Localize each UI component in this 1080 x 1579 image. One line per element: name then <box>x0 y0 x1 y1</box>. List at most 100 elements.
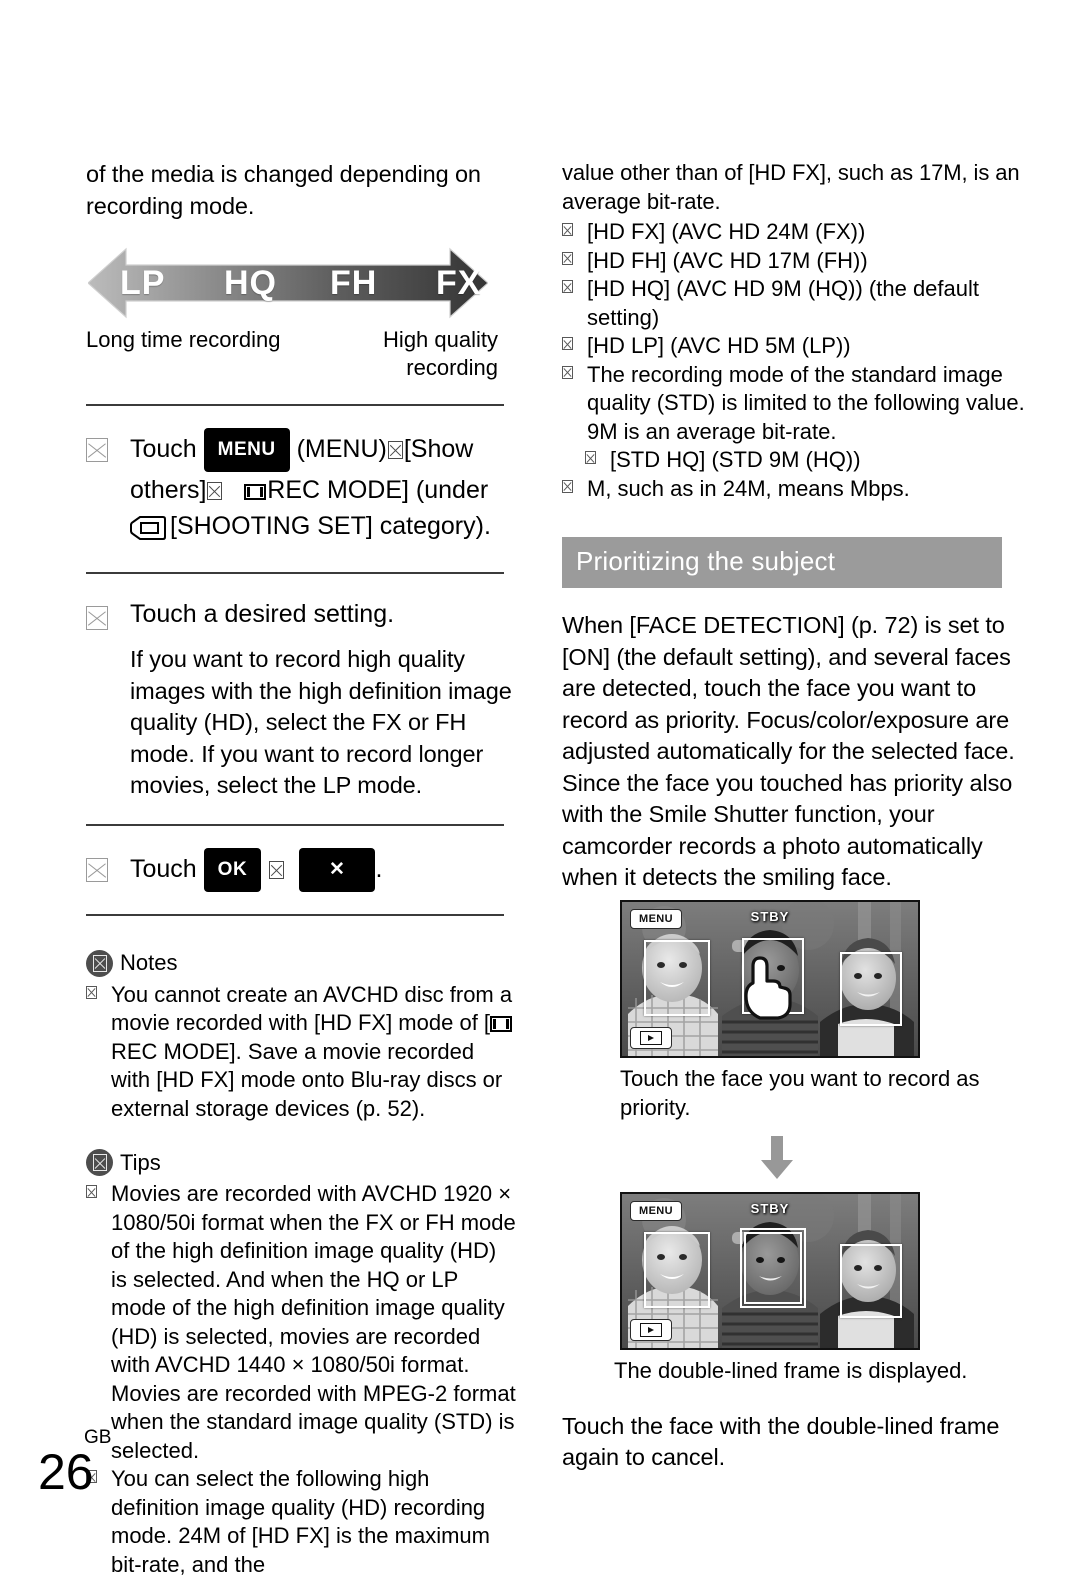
step-3-body: Touch OK ✕. <box>130 847 518 892</box>
bitrate-item: [HD FH] (AVC HD 17M (FH)) <box>562 247 1030 276</box>
notes-icon <box>86 949 113 977</box>
step-2-description: If you want to record high quality image… <box>130 646 512 798</box>
section-body: When [FACE DETECTION] (p. 72) is set to … <box>562 612 1015 890</box>
recording-mode-arrow-diagram: LP HQ FH FX <box>88 246 488 320</box>
manual-page: of the media is changed depending on rec… <box>0 0 1080 1577</box>
missing-glyph-icon <box>269 860 285 879</box>
notes-list: You cannot create an AVCHD disc from a m… <box>86 981 518 1124</box>
screenshot-2-caption: The double-lined frame is displayed. <box>614 1357 968 1383</box>
down-arrow-icon <box>761 1135 793 1179</box>
face-frame-left <box>644 1231 710 1308</box>
bitrate-item: [HD HQ] (AVC HD 9M (HQ)) (the default se… <box>562 275 1030 332</box>
ok-button[interactable]: OK <box>203 847 262 892</box>
tips-title: Tips <box>120 1149 161 1175</box>
arrow-mode-labels: LP HQ FH FX <box>88 246 488 320</box>
face-frame-middle-selected <box>740 1227 806 1308</box>
face-frame-left <box>644 939 710 1016</box>
step-1-text-e: [SHOOTING SET] category). <box>170 512 491 540</box>
touch-hand-cursor <box>744 955 792 1020</box>
bullet-icon <box>562 365 573 379</box>
step-3: Touch OK ✕. <box>86 847 518 892</box>
bullet-icon <box>562 337 573 350</box>
notes-header: Notes <box>86 949 518 977</box>
page-number: GB 26 <box>38 1428 111 1497</box>
step-3-text-a: Touch <box>130 854 197 883</box>
notes-title: Notes <box>120 950 178 975</box>
close-button[interactable]: ✕ <box>299 847 376 892</box>
tip-item-text: Movies are recorded with AVCHD 1920 × 10… <box>111 1181 516 1463</box>
tips-icon <box>86 1149 113 1176</box>
left-column: of the media is changed depending on rec… <box>86 158 518 1579</box>
note-item-text-a: You cannot create an AVCHD disc from a m… <box>111 981 513 1036</box>
camera-screenshot-touch-face: MENU STBY <box>620 899 920 1058</box>
missing-glyph-icon <box>387 441 403 459</box>
bullet-icon <box>562 251 573 265</box>
playback-button[interactable] <box>630 1318 672 1341</box>
mbps-note-text: M, such as in 24M, means Mbps. <box>587 475 910 501</box>
movie-icon <box>490 1016 513 1032</box>
step-2-heading: Touch a desired setting. <box>130 600 395 628</box>
mode-label-fh: FH <box>330 263 378 302</box>
note-item: You cannot create an AVCHD disc from a m… <box>86 981 518 1124</box>
arrow-captions: Long time recording High quality recordi… <box>86 326 498 382</box>
bitrate-item-text: [HD LP] (AVC HD 5M (LP)) <box>587 333 851 358</box>
step-1: Touch MENU (MENU) [Show others] REC MODE]… <box>86 428 518 550</box>
arrow-caption-right: High quality recording <box>383 327 498 380</box>
camera-screenshot-double-lined-frame: MENU STBY <box>620 1191 920 1350</box>
step-3-text-b: . <box>375 854 383 883</box>
step-1-number <box>86 438 108 462</box>
bitrate-list: [HD FX] (AVC HD 24M (FX)) [HD FH] (AVC H… <box>562 218 1030 503</box>
mode-label-lp: LP <box>120 263 166 302</box>
step-1-rec-mode: REC MODE] (under <box>267 476 489 504</box>
tip-item-text: You can select the following high defini… <box>111 1466 490 1577</box>
missing-glyph-icon <box>207 482 223 500</box>
std-note-text: The recording mode of the standard image… <box>587 361 1025 444</box>
divider <box>86 404 504 406</box>
step-1-body: Touch MENU (MENU) [Show others] REC MODE]… <box>130 428 518 550</box>
arrow-caption-left: Long time recording <box>86 327 281 352</box>
bullet-icon <box>562 223 573 236</box>
page-number-value: 26 <box>38 1444 94 1500</box>
continued-paragraph: value other than of [HD FX], such as 17M… <box>562 160 1020 214</box>
std-list-item: [STD HQ] (STD 9M (HQ)) <box>562 446 1030 475</box>
step-2-number <box>86 606 108 630</box>
bullet-icon <box>585 451 596 464</box>
bitrate-item-text: [HD FX] (AVC HD 24M (FX)) <box>587 219 866 244</box>
menu-button-onscreen[interactable]: MENU <box>630 1200 682 1221</box>
bullet-icon <box>562 479 573 493</box>
status-indicator-stby: STBY <box>750 908 790 924</box>
playback-button[interactable] <box>630 1026 672 1049</box>
closing-paragraph: Touch the face with the double-lined fra… <box>562 1412 1000 1471</box>
bitrate-item-text: [HD FH] (AVC HD 17M (FH)) <box>587 247 868 273</box>
bitrate-item: [HD LP] (AVC HD 5M (LP)) <box>562 332 1030 361</box>
mbps-note-item: M, such as in 24M, means Mbps. <box>562 475 1030 504</box>
mode-label-hq: HQ <box>224 263 277 302</box>
section-heading-prioritizing-subject: Prioritizing the subject <box>562 537 1002 588</box>
step-2: Touch a desired setting. If you want to … <box>86 596 518 802</box>
tip-item: Movies are recorded with AVCHD 1920 × 10… <box>86 1180 518 1465</box>
bullet-icon <box>86 1185 97 1198</box>
face-frame-right <box>840 1243 902 1318</box>
status-indicator-stby: STBY <box>750 1200 790 1216</box>
tip-item: You can select the following high defini… <box>86 1465 518 1579</box>
std-note-item: The recording mode of the standard image… <box>562 361 1030 447</box>
movie-icon <box>244 484 267 500</box>
divider <box>86 823 504 826</box>
note-item-text-b: REC MODE]. Save a movie recorded with [H… <box>111 1038 503 1121</box>
divider <box>86 913 504 916</box>
std-list-text: [STD HQ] (STD 9M (HQ)) <box>610 447 861 472</box>
mode-label-fx: FX <box>436 263 482 302</box>
step-3-number <box>86 857 108 882</box>
divider <box>86 572 504 574</box>
bullet-icon <box>86 985 97 999</box>
step-1-text-a: Touch <box>130 435 197 463</box>
tips-list: Movies are recorded with AVCHD 1920 × 10… <box>86 1180 518 1579</box>
tips-header: Tips <box>86 1149 518 1176</box>
step-2-body: Touch a desired setting. If you want to … <box>130 596 518 802</box>
bitrate-item-text: [HD HQ] (AVC HD 9M (HQ)) (the default se… <box>587 276 979 330</box>
bullet-icon <box>562 280 573 293</box>
menu-button-onscreen[interactable]: MENU <box>630 908 682 929</box>
menu-button[interactable]: MENU <box>203 428 290 472</box>
camcorder-icon <box>130 514 166 550</box>
right-column: value other than of [HD FX], such as 17M… <box>562 158 1030 1474</box>
